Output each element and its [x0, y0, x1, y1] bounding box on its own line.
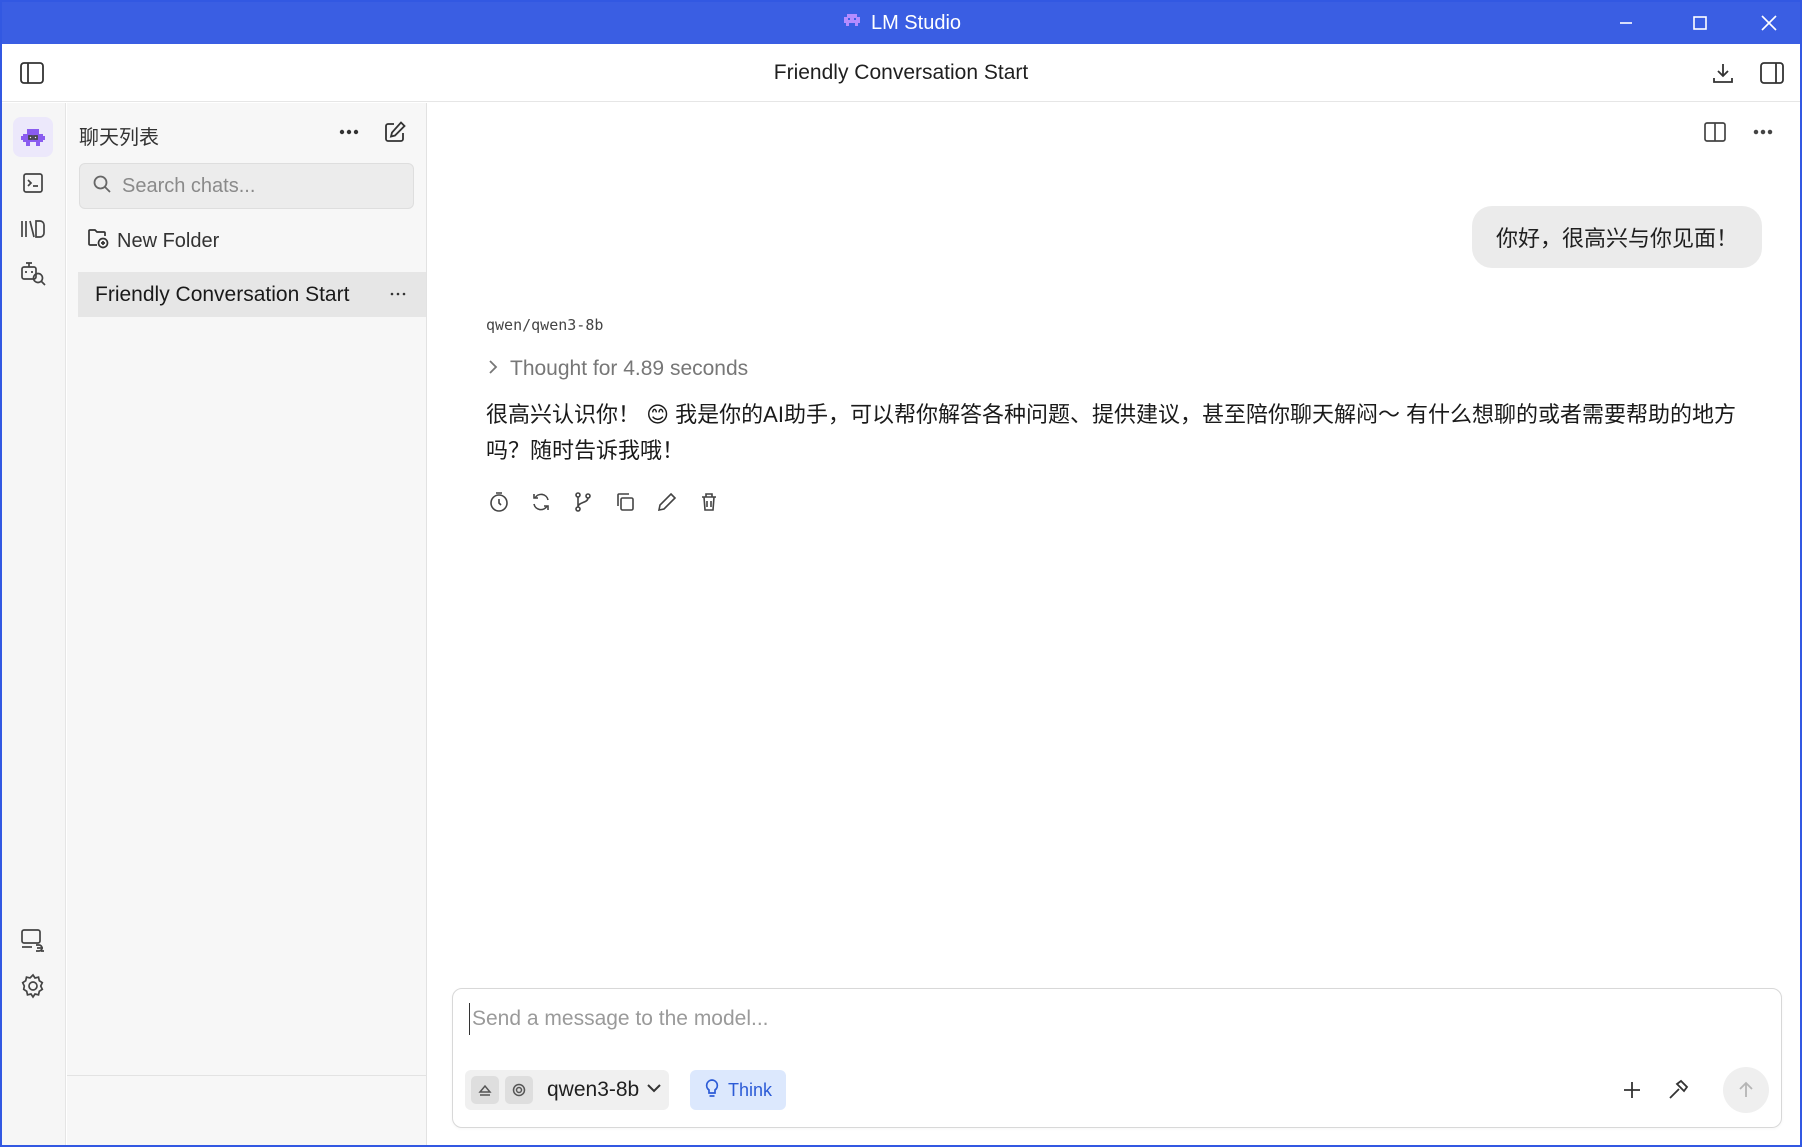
search-chats-field[interactable]: Search chats... [79, 163, 414, 209]
app-title: LM Studio [841, 11, 961, 35]
composer-actions [1615, 1067, 1769, 1113]
stats-timer-icon[interactable] [486, 489, 512, 515]
alien-icon [841, 11, 863, 35]
remote-link-icon[interactable] [13, 920, 53, 960]
minimize-button[interactable] [1592, 2, 1660, 44]
chat-title: Friendly Conversation Start [773, 60, 1029, 84]
chat-header: Friendly Conversation Start [2, 44, 1800, 102]
folder-plus-icon [87, 227, 109, 255]
attach-plus-icon[interactable] [1615, 1073, 1649, 1107]
eject-icon[interactable] [471, 1076, 499, 1104]
chat-list-item[interactable]: Friendly Conversation Start [78, 272, 426, 317]
sidebar-more-button[interactable] [332, 115, 366, 149]
download-icon[interactable] [1705, 55, 1741, 91]
search-icon [92, 174, 112, 199]
think-label: Think [728, 1079, 773, 1100]
settings-icon[interactable] [13, 966, 53, 1006]
branch-icon[interactable] [570, 489, 596, 515]
model-settings-gear-icon[interactable] [505, 1076, 533, 1104]
think-toggle[interactable]: Think [690, 1070, 787, 1110]
chat-item-more-button[interactable] [384, 280, 412, 308]
toggle-sidebar-button[interactable] [14, 55, 50, 91]
copy-icon[interactable] [612, 489, 638, 515]
thought-toggle[interactable]: Thought for 4.89 seconds [486, 357, 748, 381]
model-label: qwen3-8b [547, 1078, 640, 1101]
thought-label: Thought for 4.89 seconds [510, 357, 749, 380]
edit-pencil-icon[interactable] [654, 489, 680, 515]
new-folder-label: New Folder [117, 229, 220, 252]
sidebar-divider [67, 1075, 427, 1076]
chat-icon[interactable] [13, 117, 53, 157]
chat-list-sidebar: 聊天列表 Search chats... New Folder Friendly… [67, 103, 427, 1145]
sidebar-title: 聊天列表 [79, 127, 159, 149]
maximize-button[interactable] [1666, 2, 1734, 44]
nav-rail [2, 103, 66, 1145]
delete-trash-icon[interactable] [696, 489, 722, 515]
terminal-icon[interactable] [13, 163, 53, 203]
chat-main: 你好，很高兴与你见面！ qwen/qwen3-8b Thought for 4.… [428, 103, 1800, 1145]
lightbulb-icon [704, 1078, 720, 1103]
send-button[interactable] [1723, 1067, 1769, 1113]
message-input[interactable] [469, 1003, 1759, 1035]
chat-list-item-label: Friendly Conversation Start [95, 282, 350, 306]
model-search-icon[interactable] [13, 253, 53, 293]
new-chat-button[interactable] [378, 115, 412, 149]
close-button[interactable] [1735, 2, 1800, 44]
title-bar: LM Studio [2, 2, 1800, 44]
regenerate-icon[interactable] [528, 489, 554, 515]
user-message: 你好，很高兴与你见面！ [1471, 206, 1762, 268]
model-selector[interactable]: qwen3-8b [465, 1070, 670, 1110]
new-folder-button[interactable]: New Folder [87, 227, 219, 255]
main-more-button[interactable] [1744, 113, 1782, 151]
assistant-message: 很高兴认识你！ 😊 我是你的AI助手，可以帮你解答各种问题、提供建议，甚至陪你聊… [486, 402, 1737, 463]
chevron-right-icon [486, 357, 500, 381]
tools-hammer-icon[interactable] [1661, 1073, 1695, 1107]
main-toolbar [1696, 113, 1800, 151]
library-icon[interactable] [13, 209, 53, 249]
message-composer: qwen3-8b Think [452, 988, 1782, 1128]
app-window: LM Studio Friendly Conversation Start 聊天… [0, 0, 1802, 1147]
chevron-down-icon [645, 1081, 663, 1099]
window-title: LM Studio [870, 11, 962, 34]
search-placeholder: Search chats... [122, 174, 256, 197]
toggle-right-panel-button[interactable] [1754, 55, 1790, 91]
split-view-button[interactable] [1696, 113, 1734, 151]
message-actions [486, 489, 722, 515]
assistant-model-id: qwen/qwen3-8b [486, 316, 604, 334]
